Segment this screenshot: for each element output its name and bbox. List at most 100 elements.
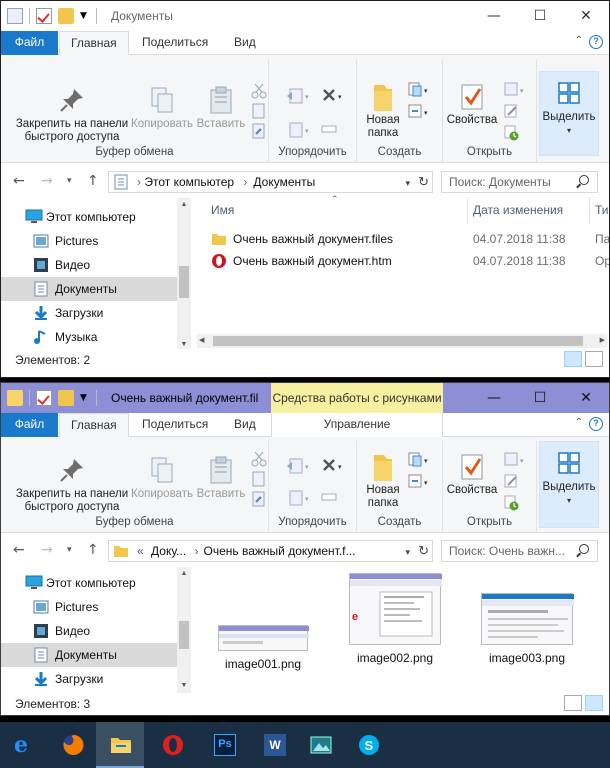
minimize-button[interactable]: — bbox=[471, 1, 517, 31]
image-thumbnail[interactable]: image001.png bbox=[211, 601, 315, 671]
properties-button[interactable]: Свойства bbox=[443, 81, 501, 127]
move-to-icon[interactable]: ▾ bbox=[285, 457, 309, 474]
maximize-button[interactable]: ☐ bbox=[517, 1, 563, 31]
close-button[interactable]: ✕ bbox=[563, 383, 609, 413]
history-icon[interactable] bbox=[503, 495, 519, 511]
scroll-up-icon[interactable]: ▲ bbox=[177, 198, 191, 212]
tab-file[interactable]: Файл bbox=[1, 413, 58, 437]
taskbar-skype[interactable]: S bbox=[344, 722, 392, 768]
pin-quick-access-button[interactable]: Закрепить на панели быстрого доступа bbox=[5, 455, 139, 514]
address-bar[interactable]: « Доку... › Очень важный документ.f... ▾ … bbox=[108, 540, 433, 562]
details-view-icon[interactable] bbox=[564, 695, 582, 711]
paste-button[interactable]: Вставить bbox=[193, 455, 249, 501]
recent-dropdown-icon[interactable]: ▾ bbox=[67, 176, 72, 186]
tree-item-this-pc[interactable]: Этот компьютер bbox=[1, 205, 177, 229]
taskbar-opera[interactable] bbox=[148, 722, 196, 768]
file-row[interactable]: Очень важный документ.files 04.07.2018 1… bbox=[211, 228, 609, 250]
tree-item-downloads[interactable]: Загрузки bbox=[1, 667, 177, 691]
maximize-button[interactable]: ☐ bbox=[517, 383, 563, 413]
scroll-left-icon[interactable]: ◀ bbox=[199, 334, 204, 348]
forward-arrow-icon[interactable]: → bbox=[41, 173, 53, 189]
tab-manage[interactable]: Управление bbox=[271, 413, 443, 437]
breadcrumb-overflow[interactable]: « bbox=[137, 544, 144, 558]
qat-dropdown-icon[interactable]: ▼ bbox=[80, 8, 90, 24]
delete-icon[interactable]: ▾ bbox=[321, 457, 347, 473]
taskbar-word[interactable]: W bbox=[250, 722, 298, 768]
new-item-icon[interactable]: ▾ bbox=[407, 451, 433, 467]
new-folder-icon[interactable] bbox=[58, 390, 74, 406]
recent-dropdown-icon[interactable]: ▾ bbox=[67, 545, 72, 555]
taskbar-edge[interactable]: e bbox=[0, 722, 48, 768]
file-row[interactable]: Очень важный документ.htm 04.07.2018 11:… bbox=[211, 250, 609, 272]
open-icon[interactable]: ▾ bbox=[503, 81, 529, 97]
tree-scrollbar[interactable]: ▲ ▼ bbox=[177, 567, 191, 693]
tab-share[interactable]: Поделиться bbox=[131, 413, 219, 437]
taskbar-photos[interactable] bbox=[296, 722, 344, 768]
copy-to-icon[interactable]: ▾ bbox=[285, 489, 309, 506]
edit-icon[interactable] bbox=[503, 103, 519, 119]
tree-item-pictures[interactable]: Pictures bbox=[1, 229, 177, 253]
paste-shortcut-icon[interactable] bbox=[251, 491, 267, 507]
checkmark-icon[interactable] bbox=[36, 8, 52, 24]
breadcrumb-documents[interactable]: Документы bbox=[253, 175, 315, 189]
select-button[interactable]: Выделить ▾ bbox=[539, 71, 599, 156]
cut-icon[interactable] bbox=[251, 83, 267, 99]
edit-icon[interactable] bbox=[503, 473, 519, 489]
new-folder-button[interactable]: Новая папка bbox=[361, 451, 405, 510]
address-dropdown-icon[interactable]: ▾ bbox=[405, 173, 410, 192]
address-dropdown-icon[interactable]: ▾ bbox=[405, 542, 410, 561]
pin-quick-access-button[interactable]: Закрепить на панели быстрого доступа bbox=[5, 85, 139, 144]
close-button[interactable]: ✕ bbox=[563, 1, 609, 31]
tree-item-documents[interactable]: Документы bbox=[1, 643, 177, 667]
breadcrumb-this-pc[interactable]: Этот компьютер bbox=[144, 175, 234, 189]
tab-file[interactable]: Файл bbox=[1, 31, 58, 55]
search-input[interactable]: Поиск: Очень важн... bbox=[441, 540, 598, 562]
refresh-icon[interactable]: ↻ bbox=[418, 172, 429, 192]
help-icon[interactable]: ? bbox=[589, 417, 603, 431]
image-thumbnail[interactable]: image003.png bbox=[475, 593, 579, 665]
tree-item-downloads[interactable]: Загрузки bbox=[1, 301, 177, 325]
move-to-icon[interactable]: ▾ bbox=[285, 87, 309, 104]
copy-button[interactable]: Копировать bbox=[129, 455, 195, 501]
rename-icon[interactable] bbox=[321, 489, 337, 505]
tree-scroll-thumb[interactable] bbox=[179, 621, 189, 649]
delete-icon[interactable]: ▾ bbox=[321, 87, 347, 103]
tree-item-video[interactable]: Видео bbox=[1, 253, 177, 277]
copy-path-icon[interactable] bbox=[251, 471, 267, 487]
tree-item-pictures[interactable]: Pictures bbox=[1, 595, 177, 619]
open-icon[interactable]: ▾ bbox=[503, 451, 529, 467]
tree-item-documents[interactable]: Документы bbox=[1, 277, 177, 301]
minimize-button[interactable]: — bbox=[471, 383, 517, 413]
tab-home[interactable]: Главная bbox=[59, 31, 129, 56]
refresh-icon[interactable]: ↻ bbox=[418, 541, 429, 561]
breadcrumb-separator[interactable]: › bbox=[190, 544, 204, 558]
copy-path-icon[interactable] bbox=[251, 103, 267, 119]
column-header-name[interactable]: Имя bbox=[211, 198, 234, 224]
checkmark-icon[interactable] bbox=[36, 390, 52, 406]
taskbar-photoshop[interactable]: Ps bbox=[200, 722, 248, 768]
tab-view[interactable]: Вид bbox=[223, 31, 267, 55]
horizontal-scrollbar[interactable]: ◀ ▶ bbox=[197, 334, 607, 348]
tab-view[interactable]: Вид bbox=[223, 413, 267, 437]
properties-button[interactable]: Свойства bbox=[443, 451, 501, 497]
column-header-date[interactable]: Дата изменения bbox=[467, 198, 563, 224]
easy-access-icon[interactable]: ▾ bbox=[407, 103, 433, 119]
breadcrumb-folder[interactable]: Очень важный документ.f... bbox=[204, 544, 356, 558]
search-input[interactable]: Поиск: Документы bbox=[441, 171, 598, 193]
tab-share[interactable]: Поделиться bbox=[131, 31, 219, 55]
column-header-type[interactable]: Тип bbox=[589, 198, 609, 224]
tree-scrollbar[interactable]: ▲ ▼ bbox=[177, 198, 191, 352]
properties-icon[interactable] bbox=[7, 8, 23, 24]
new-folder-button[interactable]: Новая папка bbox=[361, 81, 405, 140]
address-bar[interactable]: › Этот компьютер › Документы ▾ ↻ bbox=[108, 171, 433, 193]
image-thumbnail[interactable]: e image002.png bbox=[343, 573, 447, 665]
paste-shortcut-icon[interactable] bbox=[251, 123, 267, 139]
horizontal-scroll-thumb[interactable] bbox=[213, 336, 583, 346]
up-arrow-icon[interactable]: ↑ bbox=[87, 173, 99, 189]
scroll-right-icon[interactable]: ▶ bbox=[600, 334, 605, 348]
copy-to-icon[interactable]: ▾ bbox=[285, 121, 309, 138]
forward-arrow-icon[interactable]: → bbox=[41, 542, 53, 558]
breadcrumb-separator[interactable]: › bbox=[237, 175, 253, 189]
taskbar-firefox[interactable] bbox=[48, 722, 96, 768]
ribbon-collapse-icon[interactable]: ⌃ bbox=[575, 417, 583, 428]
